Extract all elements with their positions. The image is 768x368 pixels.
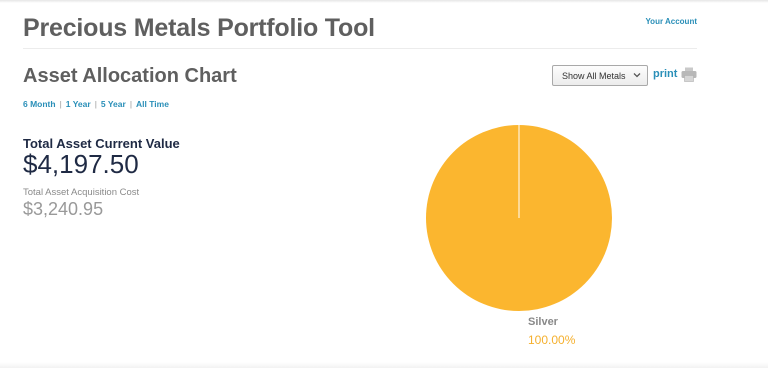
range-link-1-year[interactable]: 1 Year [66, 99, 91, 109]
app-title: Precious Metals Portfolio Tool [23, 14, 375, 42]
allocation-pie-chart [425, 124, 613, 312]
section-title: Asset Allocation Chart [23, 65, 237, 87]
header-divider [23, 48, 697, 49]
your-account-link[interactable]: Your Account [645, 17, 697, 26]
bottom-fade [0, 362, 768, 368]
print-link[interactable]: print [653, 68, 677, 80]
range-link-6-month[interactable]: 6 Month [23, 99, 56, 109]
metal-filter-value: Show All Metals [562, 70, 626, 81]
acquisition-cost-amount: $3,240.95 [23, 199, 104, 219]
range-separator: | [94, 99, 97, 109]
printer-icon[interactable] [681, 67, 697, 82]
pie-chart-svg [426, 125, 612, 311]
range-link-5-year[interactable]: 5 Year [101, 99, 126, 109]
acquisition-cost-label: Total Asset Acquisition Cost [23, 187, 140, 198]
chevron-down-icon [633, 73, 641, 78]
metal-filter-select[interactable]: Show All Metals [552, 65, 648, 86]
range-separator: | [59, 99, 62, 109]
current-value-amount: $4,197.50 [23, 149, 139, 179]
top-shadow [0, 0, 768, 3]
pie-slice-label: Silver [528, 316, 558, 328]
time-range-links: 6 Month | 1 Year | 5 Year | All Time [23, 99, 169, 109]
pie-slice-percentage: 100.00% [528, 333, 576, 347]
range-link-all-time[interactable]: All Time [136, 99, 169, 109]
range-separator: | [129, 99, 133, 109]
